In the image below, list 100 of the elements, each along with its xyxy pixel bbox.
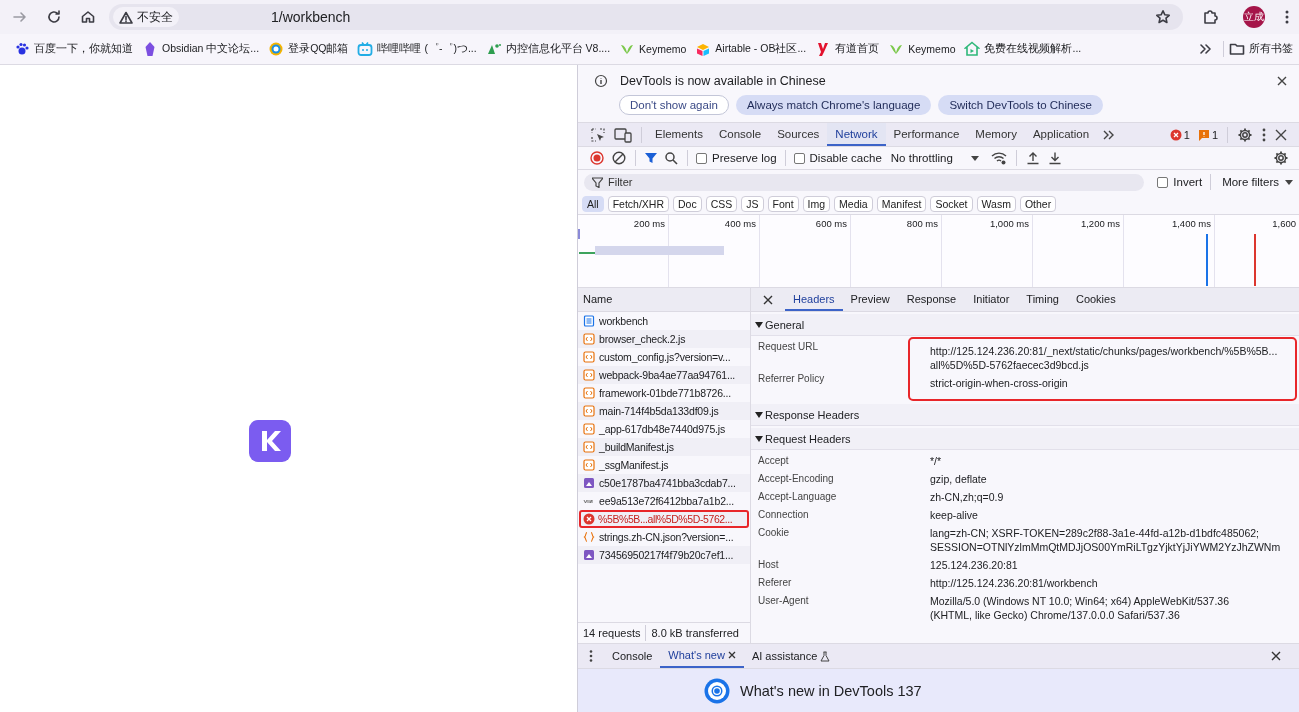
close-icon[interactable] [763,294,773,305]
request-row[interactable]: _buildManifest.js [578,438,750,456]
more-icon[interactable] [1261,126,1267,143]
checkbox[interactable]: Disable cache [793,152,882,164]
detail-tab[interactable]: Headers [785,288,843,311]
type-filter-chip[interactable]: Other [1019,196,1057,212]
request-row[interactable]: webpack-9ba4ae77aa94761... [578,366,750,384]
error-badge[interactable]: 1 [1169,128,1190,141]
close-icon[interactable] [1277,76,1287,86]
bookmark[interactable]: 哔哩哔哩 (゜-゜)つ... [357,41,477,57]
request-row[interactable]: custom_config.js?version=v... [578,348,750,366]
type-filter-chip[interactable]: Fetch/XHR [607,196,670,212]
more-icon[interactable] [588,649,594,663]
column-header[interactable]: Name [578,288,750,312]
bookmark[interactable]: Obsidian 中文论坛... [142,41,260,57]
request-row[interactable]: framework-01bde771b8726... [578,384,750,402]
drawer-tab[interactable]: Console [604,644,661,668]
close-icon[interactable] [1271,651,1281,661]
request-row[interactable]: c50e1787ba4741bba3cdab7... [578,474,750,492]
tick-label: 400 ms [724,218,756,229]
clear-icon[interactable] [612,151,626,165]
settings-icon[interactable] [1273,150,1289,166]
panel-tab[interactable]: Elements [647,123,711,146]
chevrons-icon[interactable] [1198,42,1212,56]
request-row[interactable]: _ssgManifest.js [578,456,750,474]
reload-icon[interactable] [46,9,62,25]
error-icon [1169,128,1182,141]
type-filter-chip[interactable]: Img [802,196,831,212]
request-row[interactable]: %5B%5B...all%5D%5D-5762... [579,510,749,528]
bookmark[interactable]: Airtable - OB社区... [695,41,807,57]
section-header[interactable]: General [751,314,1299,336]
type-filter-chip[interactable]: All [582,196,604,212]
bookmark[interactable]: 内控信息化平台 V8.... [485,41,611,57]
request-row[interactable]: main-714f4b5da133df09.js [578,402,750,420]
network-conditions-icon[interactable] [990,151,1007,165]
checkbox[interactable]: Invert [1157,176,1203,188]
settings-icon[interactable] [1237,126,1253,143]
close-icon[interactable] [1275,128,1287,141]
type-filter-chip[interactable]: Wasm [976,196,1016,212]
device-icon[interactable] [614,126,632,143]
section-header[interactable]: Response Headers [751,404,1299,426]
bookmark[interactable]: 免费在线视频解析... [964,41,1082,57]
detail-tab[interactable]: Preview [845,288,899,311]
info-button[interactable]: Switch DevTools to Chinese [938,95,1103,115]
detail-tab[interactable]: Timing [1021,288,1068,311]
info-button[interactable]: Always match Chrome's language [735,95,932,115]
download-icon[interactable] [1047,151,1062,165]
type-filter-chip[interactable]: JS [741,196,764,212]
bookmark[interactable]: Keymemo [619,41,687,57]
info-button[interactable]: Don't show again [619,95,729,115]
request-row[interactable]: ee9a513e72f6412bba7a1b2... [578,492,750,510]
upload-icon[interactable] [1025,151,1040,165]
caret-icon [1285,179,1293,185]
detail-tab[interactable]: Response [901,288,966,311]
home-icon[interactable] [80,9,96,25]
puzzle-icon[interactable] [1202,8,1220,26]
filter-field[interactable]: Filter [584,173,1145,191]
menu-icon[interactable] [1284,9,1290,25]
type-filter-chip[interactable]: CSS [705,196,738,212]
type-filter-chip[interactable]: Media [834,196,873,212]
checkbox[interactable]: Preserve log [696,152,777,164]
more-filters-dropdown[interactable]: More filters [1222,176,1293,188]
type-filter-chip[interactable]: Doc [673,196,702,212]
chrome-logo-icon [704,677,730,704]
close-icon[interactable] [727,651,736,659]
panel-tab[interactable]: Performance [885,123,968,146]
address-bar[interactable]: 不安全 1/workbench [109,4,1183,30]
record-icon[interactable] [590,151,604,165]
panel-tab[interactable]: Application [1024,123,1098,146]
request-row[interactable]: strings.zh-CN.json?version=... [578,528,750,546]
bookmark[interactable]: 有道首页 [815,41,880,57]
bookmark[interactable]: 登录QQ邮箱 [268,41,349,57]
header-name: Accept-Language [758,490,837,504]
tick-label: 1,000 ms [989,218,1029,229]
drawer-tab[interactable]: AI assistance [743,644,839,668]
all-bookmarks-button[interactable]: 所有书签 [1229,41,1293,57]
request-row[interactable]: 73456950217f4f79b20c7ef1... [578,546,750,564]
panel-tab[interactable]: Console [710,123,770,146]
bookmark[interactable]: Keymemo [888,41,956,57]
request-row[interactable]: browser_check.2.js [578,330,750,348]
type-filter-chip[interactable]: Font [767,196,799,212]
detail-tab[interactable]: Initiator [968,288,1019,311]
warning-badge[interactable]: 1 [1197,128,1218,141]
search-icon[interactable] [665,151,678,165]
star-icon[interactable] [1155,9,1171,25]
type-filter-chip[interactable]: Socket [930,196,973,212]
inspect-icon[interactable] [590,126,606,143]
request-row[interactable]: _app-617db48e7440d975.js [578,420,750,438]
bookmark[interactable]: 百度一下，你就知道 [14,41,133,57]
detail-tab[interactable]: Cookies [1070,288,1125,311]
panel-tab[interactable]: Network [827,123,886,146]
avatar[interactable]: 立成 [1243,6,1265,28]
panel-tab[interactable]: Memory [967,123,1025,146]
throttling-dropdown[interactable]: No throttling [890,152,979,164]
type-filter-chip[interactable]: Manifest [876,196,927,212]
security-chip[interactable]: 不安全 [113,7,179,27]
request-row[interactable]: workbench [578,312,750,330]
filter-icon[interactable] [645,152,657,164]
section-header[interactable]: Request Headers [751,428,1299,450]
panel-tab[interactable]: Sources [769,123,828,146]
